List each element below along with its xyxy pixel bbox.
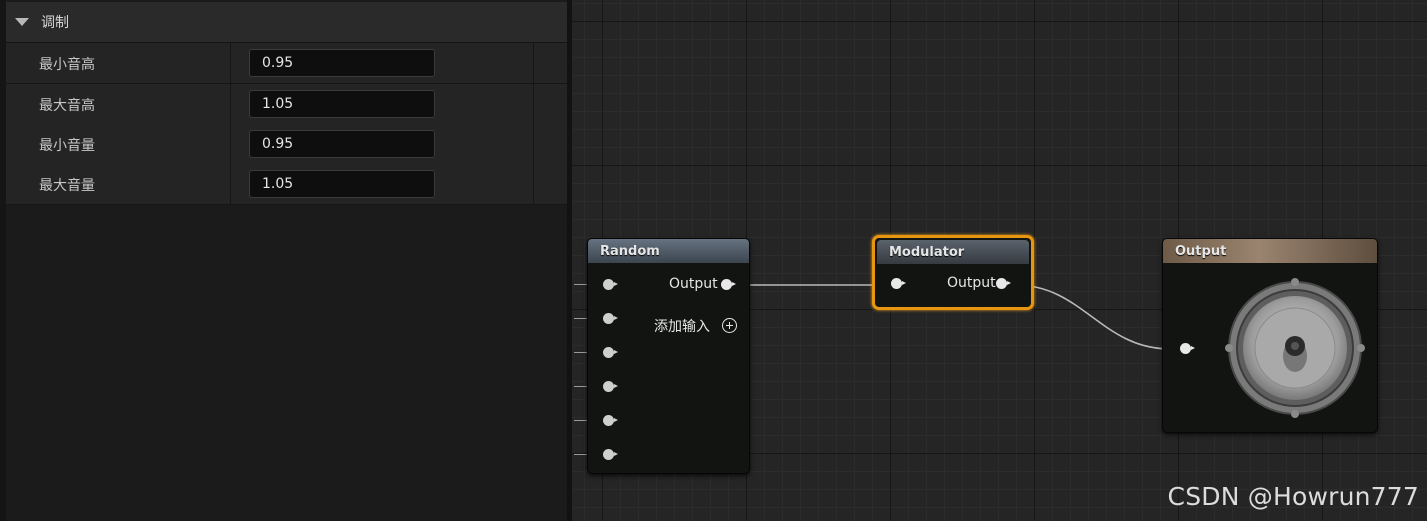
output-pin-label: Output bbox=[947, 275, 996, 291]
output-pin[interactable] bbox=[721, 279, 736, 290]
modulator-node[interactable]: Modulator Output bbox=[872, 235, 1034, 310]
section-title: 调制 bbox=[41, 15, 69, 31]
input-pin[interactable] bbox=[603, 347, 618, 358]
min-volume-field[interactable]: 0.95 bbox=[249, 130, 435, 158]
collapse-triangle-icon[interactable] bbox=[15, 18, 29, 26]
input-pin[interactable] bbox=[603, 381, 618, 392]
node-title: Output bbox=[1175, 243, 1227, 259]
input-pin[interactable] bbox=[603, 415, 618, 426]
output-pin[interactable] bbox=[996, 278, 1011, 289]
property-row-max-volume: 最大音量 1.05 bbox=[6, 164, 567, 205]
input-pin[interactable] bbox=[603, 279, 618, 290]
input-pin[interactable] bbox=[891, 278, 906, 289]
input-pin[interactable] bbox=[1180, 343, 1195, 354]
property-row-min-pitch: 最小音高 0.95 bbox=[6, 43, 567, 84]
watermark: CSDN @Howrun777 bbox=[1167, 482, 1419, 511]
property-label: 最大音高 bbox=[39, 98, 95, 114]
property-label: 最小音量 bbox=[39, 138, 95, 154]
output-pin-label: Output bbox=[669, 276, 718, 292]
random-node[interactable]: Random Output 添加输入 bbox=[587, 238, 750, 474]
sound-cue-graph[interactable]: Random Output 添加输入 Modulator Output Outp bbox=[572, 0, 1427, 521]
add-input-icon[interactable] bbox=[722, 318, 737, 333]
output-node-header[interactable]: Output bbox=[1163, 239, 1377, 263]
wire-modulator-to-output[interactable] bbox=[1015, 284, 1171, 350]
min-pitch-field[interactable]: 0.95 bbox=[249, 49, 435, 77]
input-pin[interactable] bbox=[603, 449, 618, 460]
random-node-header[interactable]: Random bbox=[588, 239, 749, 263]
speaker-icon bbox=[1225, 278, 1365, 418]
output-node[interactable]: Output bbox=[1162, 238, 1378, 433]
property-row-min-volume: 最小音量 0.95 bbox=[6, 124, 567, 165]
property-row-max-pitch: 最大音高 1.05 bbox=[6, 84, 567, 125]
node-title: Modulator bbox=[889, 244, 965, 260]
modulator-node-header[interactable]: Modulator bbox=[877, 240, 1029, 264]
property-label: 最小音高 bbox=[39, 57, 95, 73]
details-panel: 调制 最小音高 0.95 最大音高 1.05 最小音量 0.95 最大音量 1.… bbox=[0, 0, 572, 521]
max-pitch-field[interactable]: 1.05 bbox=[249, 90, 435, 118]
add-input-label[interactable]: 添加输入 bbox=[654, 316, 710, 336]
property-label: 最大音量 bbox=[39, 178, 95, 194]
max-volume-field[interactable]: 1.05 bbox=[249, 170, 435, 198]
modulation-section-header[interactable]: 调制 bbox=[6, 2, 567, 43]
node-title: Random bbox=[600, 243, 660, 259]
input-pin[interactable] bbox=[603, 313, 618, 324]
